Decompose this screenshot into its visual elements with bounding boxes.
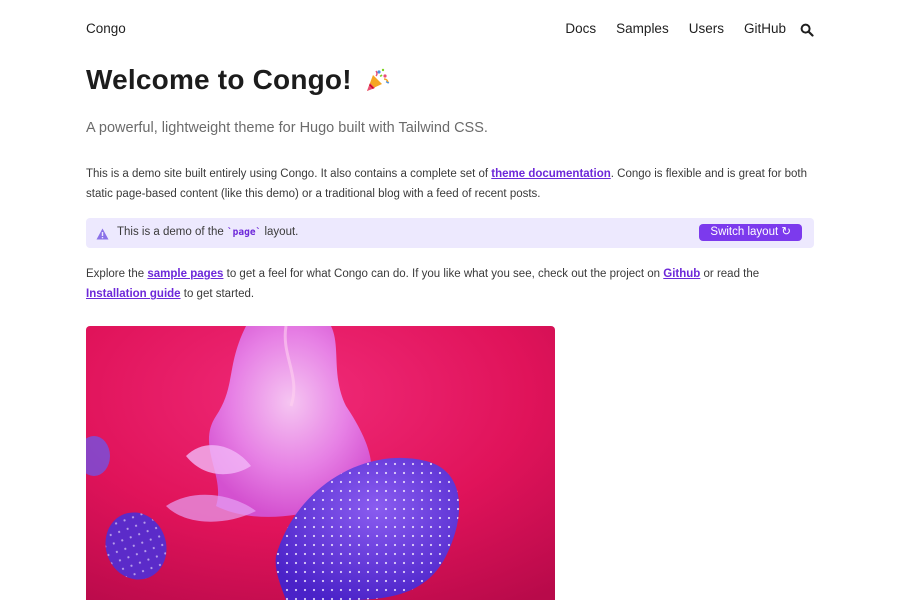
explore-text-2: to get a feel for what Congo can do. If … — [223, 268, 664, 280]
explore-paragraph: Explore the sample pages to get a feel f… — [86, 264, 814, 304]
search-icon[interactable] — [800, 23, 814, 37]
page-lead: A powerful, lightweight theme for Hugo b… — [86, 120, 488, 136]
callout-text-1: This is a demo of the — [117, 226, 227, 238]
page-title-text: Welcome to Congo! — [86, 64, 352, 95]
github-link[interactable]: Github — [663, 268, 700, 280]
nav-github-link[interactable]: GitHub — [744, 21, 786, 36]
sample-pages-link[interactable]: sample pages — [147, 268, 223, 280]
callout-code: `page` — [226, 227, 262, 238]
nav-docs-link[interactable]: Docs — [565, 21, 596, 36]
callout-text: This is a demo of the `page` layout. — [117, 226, 298, 238]
layout-callout: This is a demo of the `page` layout. Swi… — [86, 218, 814, 248]
callout-text-2: layout. — [261, 226, 299, 238]
hero-image — [86, 326, 555, 600]
main-nav: Docs Samples Users GitHub — [545, 21, 814, 37]
intro-text-1: This is a demo site built entirely using… — [86, 168, 492, 180]
explore-text-3: or read the — [700, 268, 760, 280]
intro-paragraph: This is a demo site built entirely using… — [86, 164, 814, 204]
party-popper-icon — [364, 67, 390, 93]
explore-text-4: to get started. — [180, 288, 255, 300]
page-title: Welcome to Congo! — [86, 64, 390, 96]
site-header: Congo Docs Samples Users GitHub — [86, 0, 814, 60]
nav-users-link[interactable]: Users — [689, 21, 724, 36]
installation-guide-link[interactable]: Installation guide — [86, 288, 181, 300]
theme-documentation-link[interactable]: theme documentation — [491, 168, 610, 180]
nav-samples-link[interactable]: Samples — [616, 21, 669, 36]
site-brand-link[interactable]: Congo — [86, 21, 126, 36]
explore-text-1: Explore the — [86, 268, 148, 280]
switch-layout-button[interactable]: Switch layout ↻ — [699, 224, 802, 241]
warning-triangle-icon — [96, 227, 109, 240]
